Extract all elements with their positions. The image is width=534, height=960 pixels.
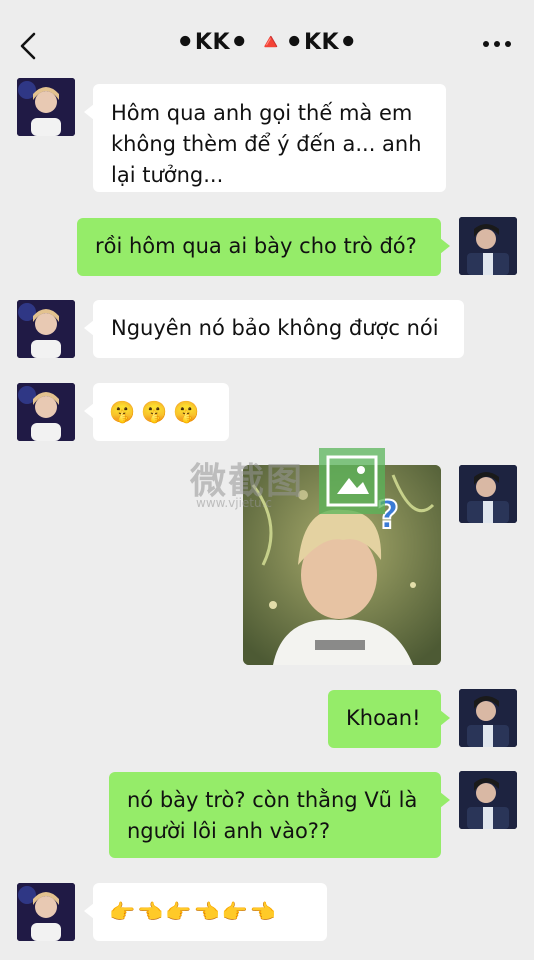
message-text: Nguyên nó bảo không được nói [111,316,439,340]
watermark: 微截图 www.vjietu.c [190,448,390,518]
watermark-image-icon [319,448,385,514]
outgoing-message-bubble[interactable]: rồi hôm qua ai bày cho trò đó? [77,218,450,276]
message-text: rồi hôm qua ai bày cho trò đó? [95,234,417,258]
incoming-emoji-bubble[interactable]: 🤫 🤫 🤫 [84,383,229,441]
more-button[interactable] [482,34,512,54]
my-avatar[interactable] [459,217,517,275]
chat-header: ⚫KK⚫ 🔺⚫KK⚫ [0,0,534,90]
contact-avatar[interactable] [17,383,75,441]
message-text-line: không thèm để ý đến a... anh [111,132,422,156]
shushing-face-emoji: 🤫 [109,399,136,424]
pointing-right-emoji: 👉 [109,899,136,924]
shushing-face-emoji: 🤫 [173,399,200,424]
contact-avatar[interactable] [17,78,75,136]
pointing-left-emoji: 👈 [137,899,164,924]
chat-title: ⚫KK⚫ 🔺⚫KK⚫ [176,30,358,55]
message-text-line: người lôi anh vào?? [127,819,331,843]
pointing-right-emoji: 👉 [221,899,248,924]
message-text-line: nó bày trò? còn thằng Vũ là [127,788,418,812]
my-avatar[interactable] [459,465,517,523]
pointing-left-emoji: 👈 [249,899,276,924]
message-text-line: lại tưởng... [111,163,224,187]
message-text-line: Hôm qua anh gọi thế mà em [111,101,413,125]
contact-avatar[interactable] [17,883,75,941]
pointing-right-emoji: 👉 [165,899,192,924]
contact-avatar[interactable] [17,300,75,358]
incoming-message-bubble[interactable]: Hôm qua anh gọi thế mà em không thèm để … [84,84,446,192]
my-avatar[interactable] [459,689,517,747]
pointing-left-emoji: 👈 [193,899,220,924]
outgoing-message-bubble[interactable]: Khoan! [328,690,450,748]
my-avatar[interactable] [459,771,517,829]
incoming-emoji-bubble[interactable]: 👉 👈 👉 👈 👉 👈 [84,883,327,941]
more-dots-icon [483,41,511,47]
outgoing-message-bubble[interactable]: nó bày trò? còn thằng Vũ là người lôi an… [109,772,450,858]
shushing-face-emoji: 🤫 [141,399,168,424]
incoming-message-bubble[interactable]: Nguyên nó bảo không được nói [84,300,464,358]
message-text: Khoan! [346,706,421,730]
watermark-url: www.vjietu.c [196,496,273,510]
